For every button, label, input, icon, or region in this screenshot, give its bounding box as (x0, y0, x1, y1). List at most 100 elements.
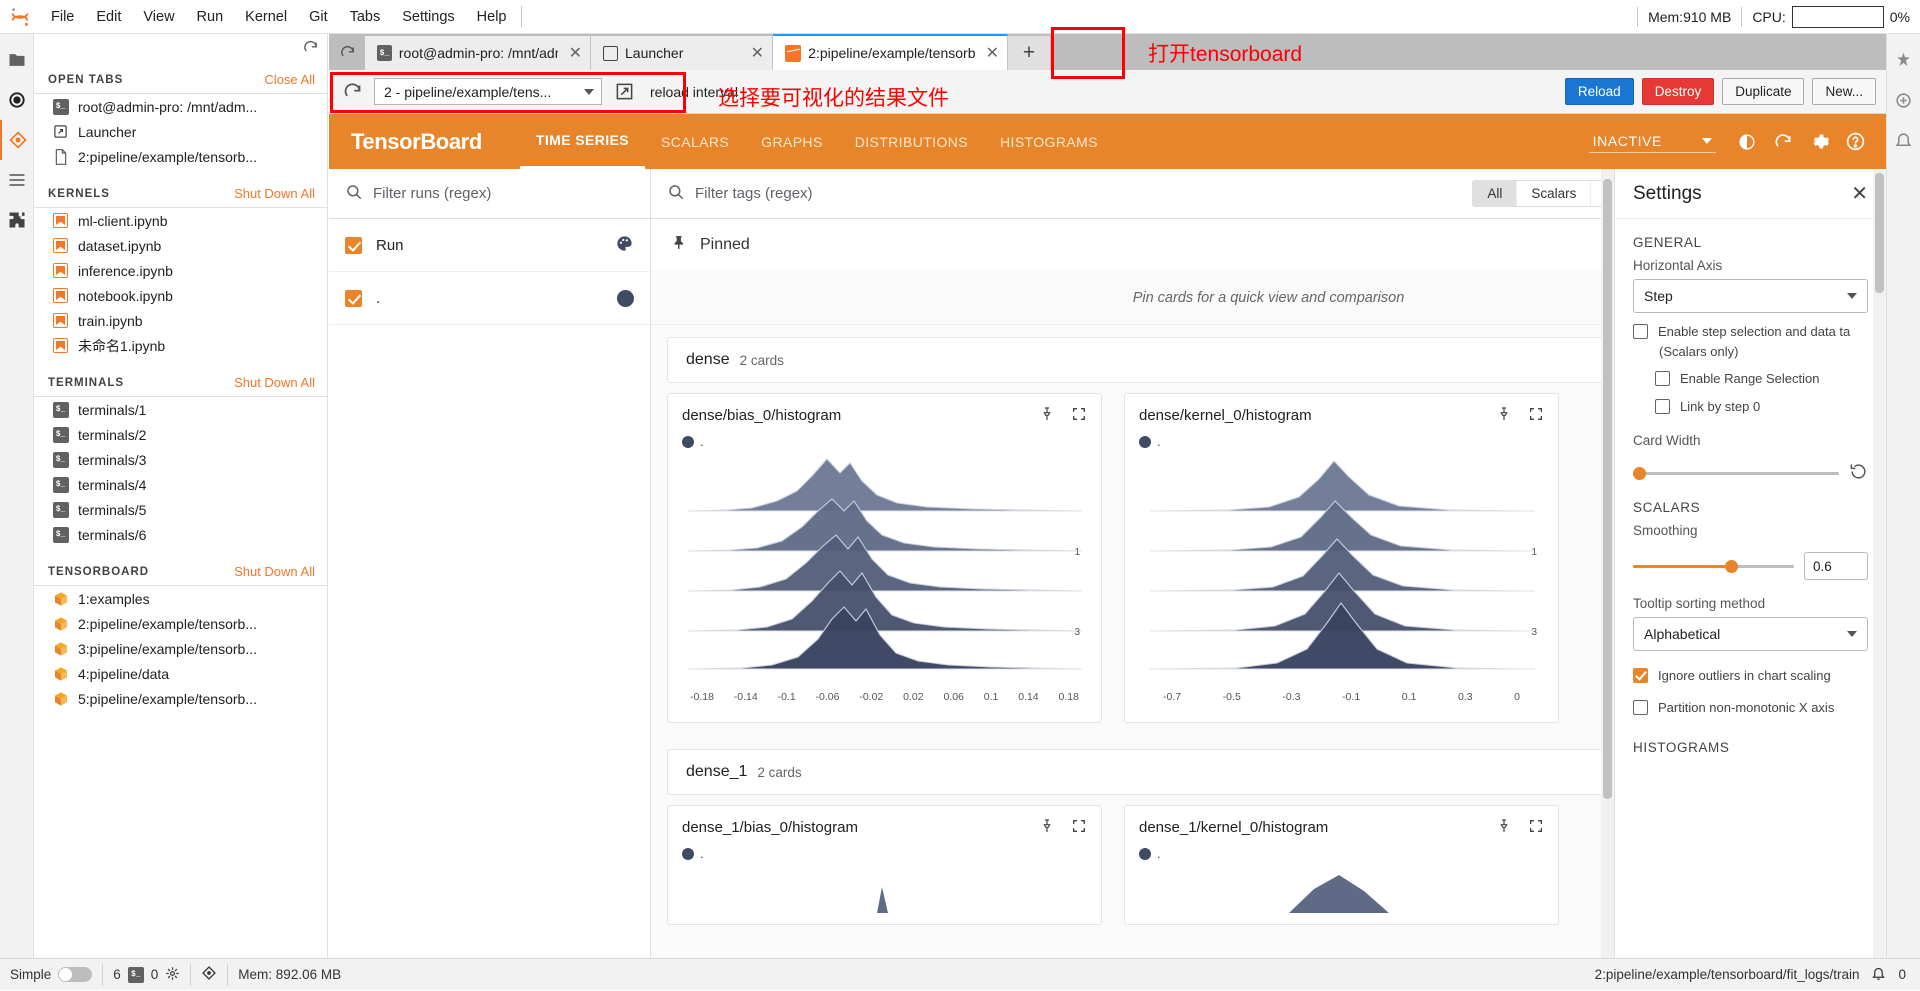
kernel-count-cell[interactable]: 6 $_ 0 (103, 959, 190, 991)
refresh-dock-icon[interactable] (329, 34, 365, 70)
reload-status-select[interactable]: INACTIVE (1589, 130, 1716, 153)
menu-kernel[interactable]: Kernel (234, 0, 298, 34)
help-icon[interactable] (1840, 127, 1870, 157)
pin-icon[interactable] (1496, 406, 1512, 425)
cards-scrollbar[interactable] (1601, 169, 1614, 958)
list-item[interactable]: notebook.ipynb (34, 283, 327, 308)
filter-runs-row[interactable]: Filter runs (regex) (329, 169, 650, 219)
list-item[interactable]: train.ipynb (34, 308, 327, 333)
fullscreen-icon[interactable] (1528, 818, 1544, 837)
list-item[interactable]: 5:pipeline/example/tensorb... (34, 686, 327, 711)
pin-icon[interactable] (1039, 818, 1055, 837)
fullscreen-icon[interactable] (1071, 406, 1087, 425)
list-item[interactable]: $_ root@admin-pro: /mnt/adm... (34, 94, 327, 119)
menu-file[interactable]: File (40, 0, 85, 34)
gear-icon[interactable] (1804, 127, 1834, 157)
menu-view[interactable]: View (132, 0, 185, 34)
list-item[interactable]: $_terminals/2 (34, 422, 327, 447)
link-by-step-checkbox[interactable] (1655, 399, 1670, 414)
partition-row[interactable]: Partition non-monotonic X axis (1615, 685, 1886, 717)
histogram-plot[interactable]: 1 3 -0.18 -0.14 -0.1 -0.06 -0.02 0.02 0.… (682, 451, 1087, 703)
run-color-dot[interactable] (617, 290, 634, 307)
new-tab-button[interactable]: + (1008, 36, 1050, 70)
close-icon[interactable]: ✕ (565, 43, 582, 63)
tab-terminal[interactable]: $_ root@admin-pro: /mnt/admi ✕ (365, 36, 591, 70)
menu-git[interactable]: Git (298, 0, 339, 34)
settings-scrollbar[interactable] (1873, 169, 1886, 958)
close-icon[interactable]: ✕ (982, 43, 999, 63)
horizontal-axis-select[interactable]: Step (1633, 279, 1868, 313)
list-item[interactable]: 3:pipeline/example/tensorb... (34, 636, 327, 661)
tab-tensorboard[interactable]: 2:pipeline/example/tensorbo ✕ (773, 34, 1008, 70)
smoothing-row[interactable]: 0.6 (1615, 544, 1886, 580)
list-item[interactable]: ml-client.ipynb (34, 208, 327, 233)
shut-down-all-tensorboard[interactable]: Shut Down All (234, 564, 315, 579)
refresh-sessions-icon[interactable] (302, 39, 319, 59)
destroy-button[interactable]: Destroy (1642, 78, 1715, 105)
histogram-plot[interactable] (1139, 863, 1544, 916)
duplicate-button[interactable]: Duplicate (1722, 78, 1804, 105)
menu-tabs[interactable]: Tabs (339, 0, 392, 34)
shut-down-all-terminals[interactable]: Shut Down All (234, 375, 315, 390)
tb-tab-graphs[interactable]: GRAPHS (745, 114, 839, 169)
smoothing-value-input[interactable]: 0.6 (1804, 552, 1868, 580)
simple-mode-toggle[interactable] (58, 967, 92, 982)
menu-settings[interactable]: Settings (391, 0, 465, 34)
extension-manager-icon[interactable] (0, 200, 34, 240)
git-panel-icon[interactable] (0, 120, 34, 160)
filter-tags-input[interactable]: Filter tags (regex) (695, 185, 813, 202)
run-checkbox[interactable] (345, 237, 362, 254)
menu-help[interactable]: Help (466, 0, 518, 34)
list-item[interactable]: $_terminals/6 (34, 522, 327, 547)
list-item[interactable]: 4:pipeline/data (34, 661, 327, 686)
tb-tab-time-series[interactable]: TIME SERIES (520, 114, 645, 169)
shut-down-all-kernels[interactable]: Shut Down All (234, 186, 315, 201)
reset-icon[interactable] (1849, 462, 1868, 484)
list-item[interactable]: 2:pipeline/example/tensorb... (34, 144, 327, 169)
list-item[interactable]: $_terminals/4 (34, 472, 327, 497)
list-item[interactable]: $_terminals/1 (34, 397, 327, 422)
close-icon[interactable]: ✕ (1851, 181, 1868, 206)
list-item[interactable]: dataset.ipynb (34, 233, 327, 258)
notification-bell-icon[interactable] (1871, 966, 1886, 984)
logdir-select[interactable]: 2 - pipeline/example/tens... (374, 78, 602, 105)
pin-icon[interactable] (1039, 406, 1055, 425)
property-inspector-icon[interactable] (1887, 40, 1920, 80)
menu-run[interactable]: Run (186, 0, 235, 34)
palette-icon[interactable] (615, 234, 634, 256)
reload-button[interactable]: Reload (1565, 78, 1634, 105)
list-item[interactable]: $_terminals/5 (34, 497, 327, 522)
pin-icon[interactable] (1496, 818, 1512, 837)
refresh-icon[interactable] (1768, 127, 1798, 157)
list-item[interactable]: 2:pipeline/example/tensorb... (34, 611, 327, 636)
fullscreen-icon[interactable] (1528, 406, 1544, 425)
list-item[interactable]: 未命名1.ipynb (34, 333, 327, 358)
menu-edit[interactable]: Edit (85, 0, 132, 34)
card-width-slider-row[interactable] (1615, 454, 1886, 484)
list-item[interactable]: Launcher (34, 119, 327, 144)
git-branch-cell[interactable] (191, 959, 227, 991)
mode-cell[interactable]: Simple (0, 959, 102, 991)
tb-tab-scalars[interactable]: SCALARS (645, 114, 745, 169)
ignore-outliers-row[interactable]: Ignore outliers in chart scaling (1615, 651, 1886, 685)
new-button[interactable]: New... (1812, 78, 1876, 105)
ignore-outliers-checkbox[interactable] (1633, 668, 1648, 683)
notification-icon[interactable] (1887, 120, 1920, 160)
filter-scalars[interactable]: Scalars (1517, 181, 1591, 206)
brightness-icon[interactable] (1732, 127, 1762, 157)
tb-tab-histograms[interactable]: HISTOGRAMS (984, 114, 1114, 169)
tab-launcher[interactable]: Launcher ✕ (591, 36, 773, 70)
running-terminals-icon[interactable] (0, 80, 34, 120)
partition-checkbox[interactable] (1633, 700, 1648, 715)
smoothing-slider[interactable] (1633, 565, 1794, 568)
debugger-icon[interactable] (1887, 80, 1920, 120)
range-selection-checkbox[interactable] (1655, 371, 1670, 386)
tb-tab-distributions[interactable]: DISTRIBUTIONS (839, 114, 984, 169)
card-width-slider[interactable] (1633, 472, 1839, 475)
file-browser-icon[interactable] (0, 40, 34, 80)
list-item[interactable]: 1:examples (34, 586, 327, 611)
open-external-icon[interactable] (611, 79, 637, 105)
filter-all[interactable]: All (1473, 181, 1517, 206)
close-icon[interactable]: ✕ (747, 43, 764, 63)
step-selection-checkbox[interactable] (1633, 324, 1648, 339)
